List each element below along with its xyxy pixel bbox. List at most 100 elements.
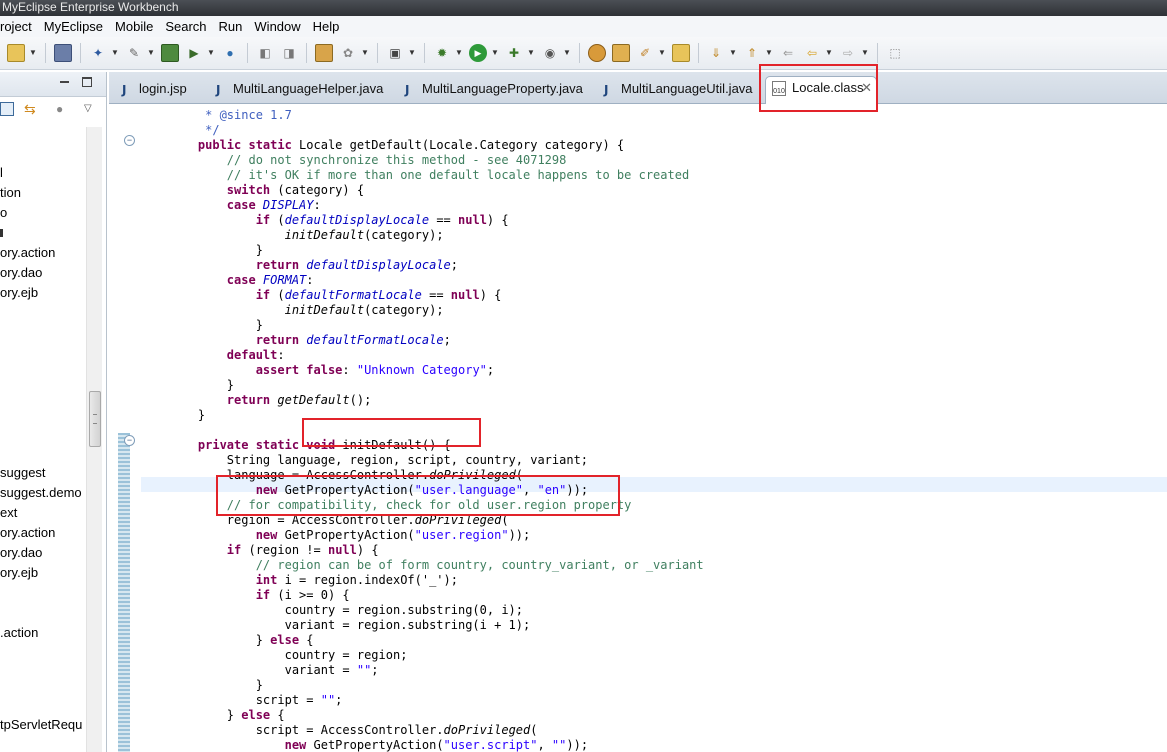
view-menu-icon[interactable]: ● — [56, 102, 70, 116]
code-token: null — [458, 213, 487, 227]
clean-icon[interactable]: ◨ — [280, 44, 298, 62]
scrollbar-thumb[interactable] — [89, 391, 101, 447]
tree-item[interactable]: ory.ejb — [0, 564, 88, 582]
tree-item[interactable]: tion — [0, 184, 88, 202]
run-server-icon[interactable]: ▶ — [185, 44, 203, 62]
tab-label: login.jsp — [139, 81, 187, 96]
menu-project[interactable]: roject — [0, 16, 38, 37]
server-icon[interactable]: ✎ — [125, 44, 143, 62]
code-line: } — [169, 678, 263, 693]
fold-collapse-icon[interactable]: − — [124, 435, 135, 446]
browser-icon[interactable]: ● — [221, 44, 239, 62]
chevron-down-icon[interactable]: ▼ — [562, 44, 572, 62]
tree-item[interactable]: tpServletRequ — [0, 716, 88, 734]
tree-item[interactable]: l — [0, 164, 88, 182]
tree-item[interactable]: ory.action — [0, 244, 88, 262]
tree-item[interactable]: .action — [0, 624, 88, 642]
minimize-icon[interactable] — [60, 81, 69, 83]
code-line: return getDefault(); — [169, 393, 372, 408]
external-tools-icon[interactable]: ✚ — [505, 44, 523, 62]
tree-item[interactable]: ory.dao — [0, 264, 88, 282]
tree-item[interactable]: suggest.demo — [0, 484, 88, 502]
tree-item[interactable]: ory.action — [0, 524, 88, 542]
editor-area: login.jsp MultiLanguageHelper.java Multi… — [109, 72, 1167, 752]
code-token: if — [169, 213, 278, 227]
java-file-icon — [603, 79, 613, 101]
code-token: "" — [551, 738, 567, 752]
code-token: if — [169, 543, 249, 557]
last-edit-location-icon[interactable]: ⇐ — [779, 44, 797, 62]
java-file-icon — [215, 79, 225, 101]
screenshot-icon[interactable]: ▣ — [386, 44, 404, 62]
window-title-bar: MyEclipse Enterprise Workbench — [0, 0, 1167, 16]
tab-label: MultiLanguageProperty.java — [422, 81, 583, 96]
tree-item[interactable] — [0, 224, 88, 242]
menu-help[interactable]: Help — [307, 16, 346, 37]
debug-icon[interactable]: ✹ — [433, 44, 451, 62]
tab-login-jsp[interactable]: login.jsp — [113, 78, 217, 104]
code-line: default: — [169, 348, 285, 363]
tree-item[interactable]: suggest — [0, 464, 88, 482]
code-line: */ — [169, 123, 219, 138]
code-line: variant = ""; — [169, 663, 379, 678]
run-icon[interactable]: ▶ — [469, 44, 487, 62]
vertical-scrollbar[interactable] — [86, 127, 102, 752]
chevron-down-icon[interactable]: ▼ — [110, 44, 120, 62]
open-folder-icon[interactable] — [672, 44, 690, 62]
code-line: if (i >= 0) { — [169, 588, 350, 603]
pin-editor-icon[interactable]: ⬚ — [886, 44, 904, 62]
chevron-down-icon[interactable]: ▼ — [206, 44, 216, 62]
new-wizard-icon[interactable]: ✦ — [89, 44, 107, 62]
code-token: new — [169, 528, 285, 542]
chevron-down-icon[interactable]: ▼ — [526, 44, 536, 62]
build-icon[interactable]: ◧ — [256, 44, 274, 62]
code-editor[interactable]: − − * @since 1.7 */ public static Locale… — [109, 105, 1167, 752]
tab-multilanguagehelper[interactable]: MultiLanguageHelper.java — [207, 78, 387, 104]
previous-annotation-icon[interactable]: ⇑ — [743, 44, 761, 62]
tree-item[interactable]: ory.ejb — [0, 284, 88, 302]
tab-multilanguageproperty[interactable]: MultiLanguageProperty.java — [396, 78, 586, 104]
chevron-down-icon[interactable]: ▽ — [84, 102, 98, 116]
chevron-down-icon[interactable]: ▼ — [28, 44, 38, 62]
deploy-icon[interactable] — [161, 44, 179, 62]
chevron-down-icon[interactable]: ▼ — [360, 44, 370, 62]
menu-myeclipse[interactable]: MyEclipse — [38, 16, 109, 37]
chevron-down-icon[interactable]: ▼ — [824, 44, 834, 62]
save-all-icon[interactable] — [54, 44, 72, 62]
back-arrow-icon[interactable]: ⇦ — [803, 44, 821, 62]
chevron-down-icon[interactable]: ▼ — [764, 44, 774, 62]
chevron-down-icon[interactable]: ▼ — [728, 44, 738, 62]
code-token: public static — [169, 138, 300, 152]
menu-run[interactable]: Run — [213, 16, 249, 37]
next-annotation-icon[interactable]: ⇓ — [707, 44, 725, 62]
web-services-icon[interactable]: ✿ — [339, 44, 357, 62]
chevron-down-icon[interactable]: ▼ — [146, 44, 156, 62]
code-token: else — [270, 633, 307, 647]
menu-mobile[interactable]: Mobile — [109, 16, 159, 37]
code-token: } — [169, 378, 235, 392]
chevron-down-icon[interactable]: ▼ — [490, 44, 500, 62]
maximize-icon[interactable] — [82, 77, 92, 87]
tab-multilanguageutil[interactable]: MultiLanguageUtil.java — [595, 78, 755, 104]
new-class-icon[interactable] — [315, 44, 333, 62]
search-icon[interactable]: ✐ — [636, 44, 654, 62]
open-type-icon[interactable] — [588, 44, 606, 62]
tree-item[interactable]: ory.dao — [0, 544, 88, 562]
tree-item[interactable]: ext — [0, 504, 88, 522]
open-resource-icon[interactable] — [612, 44, 630, 62]
link-with-editor-icon[interactable]: ⇆ — [24, 102, 38, 116]
quick-diff-marker — [118, 433, 130, 752]
chevron-down-icon[interactable]: ▼ — [860, 44, 870, 62]
chevron-down-icon[interactable]: ▼ — [407, 44, 417, 62]
menu-window[interactable]: Window — [248, 16, 306, 37]
tree-item[interactable]: o — [0, 204, 88, 222]
menu-search[interactable]: Search — [159, 16, 212, 37]
code-token: i = region.indexOf('_'); — [284, 573, 458, 587]
open-file-icon[interactable] — [7, 44, 25, 62]
chevron-down-icon[interactable]: ▼ — [454, 44, 464, 62]
fold-collapse-icon[interactable]: − — [124, 135, 135, 146]
chevron-down-icon[interactable]: ▼ — [657, 44, 667, 62]
forward-arrow-icon[interactable]: ⇨ — [839, 44, 857, 62]
collapse-all-icon[interactable] — [0, 102, 14, 116]
profile-icon[interactable]: ◉ — [541, 44, 559, 62]
